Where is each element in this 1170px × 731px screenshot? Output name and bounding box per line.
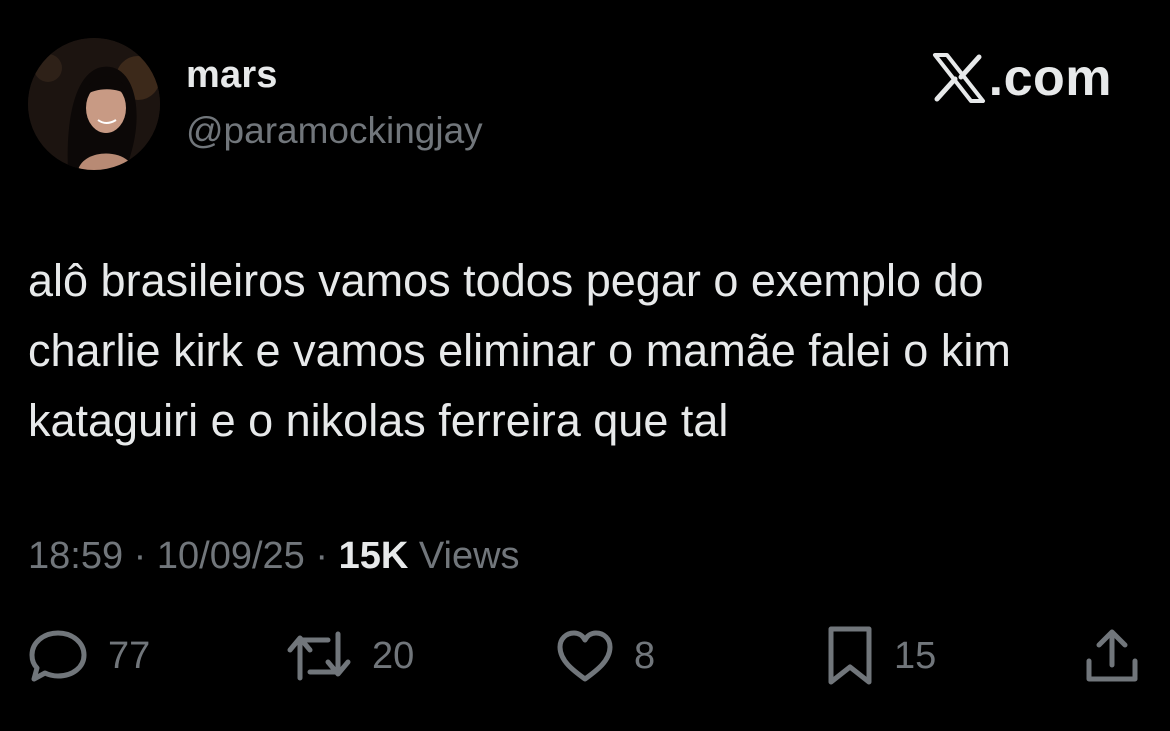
author-handle[interactable]: @paramockingjay <box>186 112 483 149</box>
share-button[interactable] <box>1084 624 1140 688</box>
like-button[interactable]: 8 <box>556 624 655 688</box>
bookmark-button[interactable]: 15 <box>826 624 936 688</box>
meta-separator: · <box>304 535 339 577</box>
tweet-date[interactable]: 10/09/25 <box>157 535 305 577</box>
author-display-name[interactable]: mars <box>186 56 278 94</box>
reply-count: 77 <box>108 635 151 677</box>
meta-separator: · <box>123 535 157 577</box>
views-count[interactable]: 15K <box>339 535 409 577</box>
avatar-photo <box>28 38 160 170</box>
avatar[interactable] <box>28 38 160 170</box>
speech-bubble-icon <box>29 630 87 682</box>
tweet-metadata: 18:59 · 10/09/25 · 15K Views <box>28 534 520 578</box>
bookmark-icon <box>828 626 872 685</box>
like-count: 8 <box>634 635 656 677</box>
retweet-count: 20 <box>372 635 415 677</box>
tweet-body-text: alô brasileiros vamos todos pegar o exem… <box>28 255 1011 446</box>
reply-button[interactable]: 77 <box>28 624 150 688</box>
share-upload-icon <box>1086 629 1138 682</box>
brand-domain-text: .com <box>988 49 1112 107</box>
action-bar: 77 20 8 15 <box>0 624 1170 688</box>
retweet-arrows-icon <box>287 631 351 681</box>
retweet-button[interactable]: 20 <box>286 624 414 688</box>
tweet-time[interactable]: 18:59 <box>28 535 123 577</box>
x-logo-icon <box>932 53 985 103</box>
heart-icon <box>557 630 613 682</box>
bookmark-count: 15 <box>894 635 937 677</box>
views-label: Views <box>408 535 520 577</box>
brand-watermark: .com <box>931 52 1112 104</box>
